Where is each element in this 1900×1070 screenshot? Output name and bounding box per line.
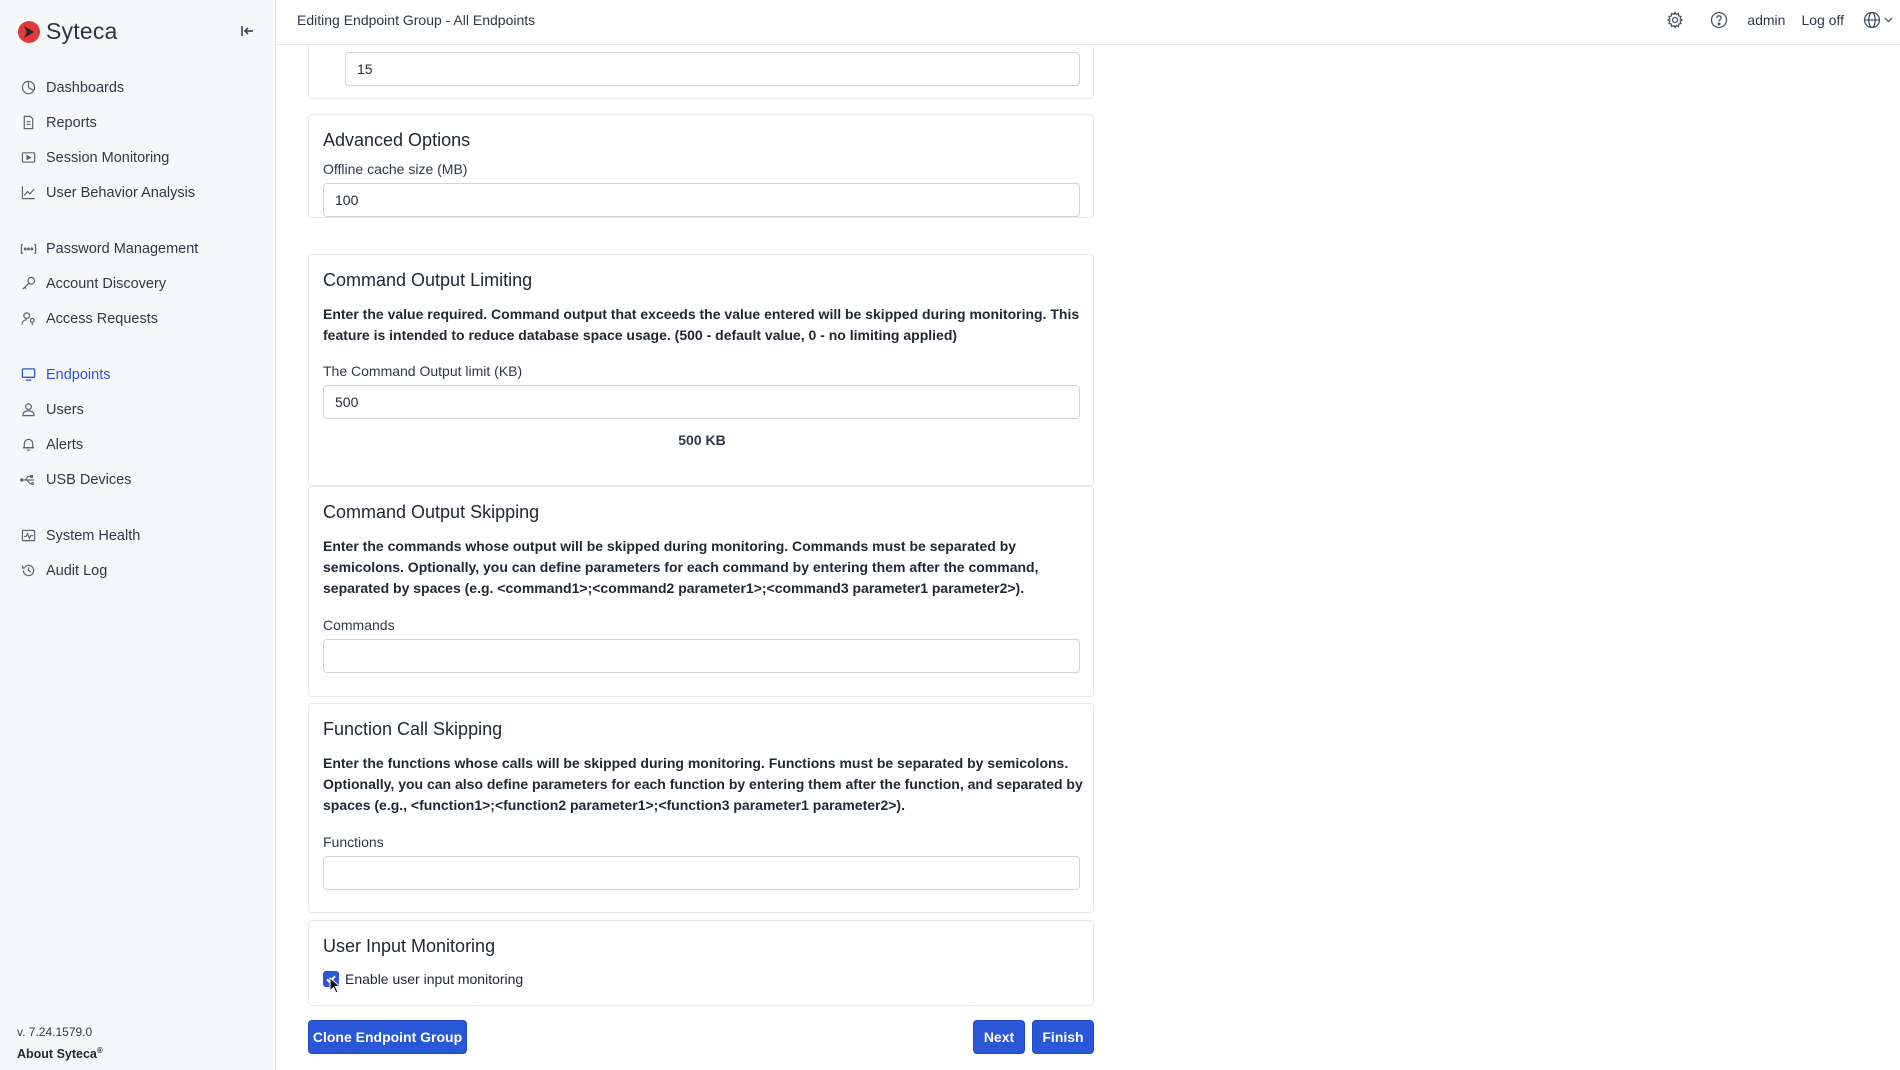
section-title: Advanced Options: [323, 130, 471, 150]
sidebar-item-label: USB Devices: [46, 471, 132, 488]
section-title: Command Output Skipping: [323, 502, 540, 522]
sidebar-item-label: System Health: [46, 527, 141, 544]
section-description: Enter the functions whose calls will be …: [323, 755, 1083, 813]
version-label: v. 7.24.1579.0: [17, 1025, 93, 1039]
language-globe-icon[interactable]: [1862, 9, 1900, 31]
command-output-skipping-card: Command Output Skipping Enter the comman…: [308, 486, 1094, 697]
sidebar-item-access-requests[interactable]: Access Requests: [0, 301, 276, 336]
user-input-monitoring-card: User Input Monitoring Enable user input …: [308, 920, 1094, 1006]
previous-section-card: [308, 46, 1094, 99]
sidebar-item-alerts[interactable]: Alerts: [0, 427, 276, 462]
mouse-cursor-icon: [329, 977, 341, 994]
sidebar-nav: Dashboards Reports Session Monitoring Us…: [0, 70, 276, 588]
sidebar-item-password-management[interactable]: Password Management: [0, 231, 276, 266]
dashboard-icon: [19, 79, 37, 97]
clone-endpoint-group-button[interactable]: Clone Endpoint Group: [308, 1020, 467, 1054]
section-title: User Input Monitoring: [323, 936, 496, 956]
sidebar-item-account-discovery[interactable]: Account Discovery: [0, 266, 276, 301]
user-key-icon: [19, 310, 37, 328]
sidebar-item-label: Reports: [46, 114, 97, 131]
functions-input[interactable]: [323, 856, 1080, 890]
sidebar-item-label: Users: [46, 401, 84, 418]
function-call-skipping-card: Function Call Skipping Enter the functio…: [308, 703, 1094, 913]
section-title: Function Call Skipping: [323, 719, 503, 739]
sidebar-item-endpoints[interactable]: Endpoints: [0, 357, 276, 392]
functions-label: Functions: [323, 834, 384, 850]
collapse-sidebar-icon[interactable]: [236, 20, 258, 42]
sidebar-item-user-behavior-analysis[interactable]: User Behavior Analysis: [0, 175, 276, 210]
help-icon[interactable]: [1708, 9, 1730, 31]
about-link[interactable]: About Syteca®: [17, 1046, 103, 1061]
user-icon: [19, 401, 37, 419]
advanced-options-card: Advanced Options Offline cache size (MB): [308, 114, 1094, 218]
previous-value-input[interactable]: [345, 52, 1080, 86]
sidebar-item-label: Dashboards: [46, 79, 125, 96]
enable-user-input-monitoring-checkbox[interactable]: Enable user input monitoring: [323, 971, 523, 987]
sidebar-item-session-monitoring[interactable]: Session Monitoring: [0, 140, 276, 175]
sidebar-item-system-health[interactable]: System Health: [0, 518, 276, 553]
history-icon: [19, 562, 37, 580]
offline-cache-size-input[interactable]: [323, 183, 1080, 217]
command-output-limit-input[interactable]: [323, 385, 1080, 419]
command-output-limiting-card: Command Output Limiting Enter the value …: [308, 254, 1094, 486]
sidebar: Syteca Dashboards Reports Session Monito…: [0, 0, 276, 1070]
checkbox-label: Enable user input monitoring: [345, 971, 524, 987]
chart-icon: [19, 184, 37, 202]
registered-mark: ®: [96, 1046, 103, 1055]
sidebar-item-users[interactable]: Users: [0, 392, 276, 427]
bell-icon: [19, 436, 37, 454]
page-title: Editing Endpoint Group - All Endpoints: [297, 12, 536, 28]
sidebar-item-label: Access Requests: [46, 310, 159, 327]
sidebar-item-label: Password Management: [46, 240, 199, 257]
header-actions: admin Log off: [1664, 0, 1900, 40]
sidebar-item-usb-devices[interactable]: USB Devices: [0, 462, 276, 497]
section-description: Enter the commands whose output will be …: [323, 538, 1039, 596]
sidebar-item-label: Audit Log: [46, 562, 108, 579]
next-button[interactable]: Next: [973, 1020, 1025, 1054]
sidebar-item-audit-log[interactable]: Audit Log: [0, 553, 276, 588]
section-description: Enter the value required. Command output…: [323, 306, 1080, 343]
finish-button[interactable]: Finish: [1032, 1020, 1094, 1054]
play-icon: [19, 149, 37, 167]
brand-name: Syteca: [46, 18, 118, 44]
health-icon: [19, 527, 37, 545]
sidebar-item-label: Endpoints: [46, 366, 111, 383]
sidebar-item-label: Account Discovery: [46, 275, 167, 292]
brand-logo[interactable]: Syteca: [17, 18, 118, 45]
syteca-logo-icon: [17, 20, 41, 44]
offline-cache-size-label: Offline cache size (MB): [323, 161, 468, 177]
sidebar-item-label: User Behavior Analysis: [46, 184, 196, 201]
about-link-text: About Syteca: [17, 1047, 97, 1062]
command-output-limit-hint: 500 KB: [678, 432, 726, 448]
section-title: Command Output Limiting: [323, 270, 533, 290]
commands-label: Commands: [323, 617, 395, 633]
report-icon: [19, 114, 37, 132]
top-header: Editing Endpoint Group - All Endpoints a…: [277, 0, 1900, 45]
usb-icon: [19, 471, 37, 489]
sidebar-item-reports[interactable]: Reports: [0, 105, 276, 140]
sidebar-item-label: Alerts: [46, 436, 84, 453]
sidebar-item-dashboards[interactable]: Dashboards: [0, 70, 276, 105]
monitor-icon: [19, 366, 37, 384]
main-content: Advanced Options Offline cache size (MB)…: [277, 46, 1900, 1070]
logoff-link[interactable]: Log off: [1801, 12, 1844, 28]
command-output-limit-label: The Command Output limit (KB): [323, 363, 523, 379]
key-icon: [19, 275, 37, 293]
commands-input[interactable]: [323, 639, 1080, 673]
user-menu[interactable]: admin: [1747, 12, 1785, 28]
sidebar-item-label: Session Monitoring: [46, 149, 170, 166]
gear-icon[interactable]: [1664, 9, 1686, 31]
password-icon: [19, 240, 37, 258]
